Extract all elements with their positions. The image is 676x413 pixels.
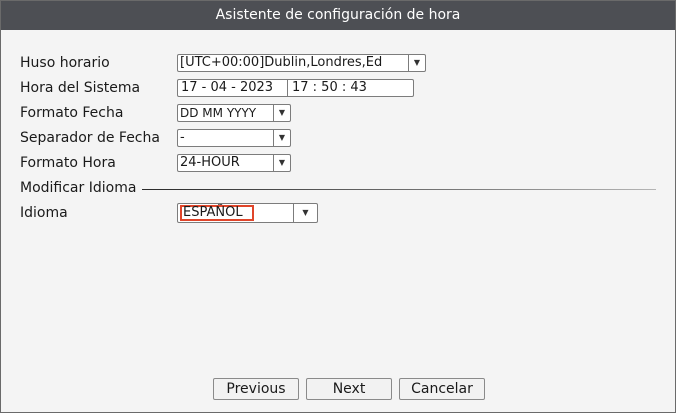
next-button[interactable]: Next: [306, 378, 392, 400]
system-time-input[interactable]: 17 : 50 : 43: [292, 80, 367, 96]
time-format-select[interactable]: 24-HOUR ▼: [177, 154, 291, 172]
date-separator-value: -: [180, 130, 185, 145]
chevron-down-icon[interactable]: ▼: [273, 130, 290, 146]
window-title: Asistente de configuración de hora: [1, 1, 675, 30]
timezone-label: Huso horario: [20, 55, 110, 71]
date-format-value: DD MM YYYY: [180, 106, 257, 120]
system-time-field[interactable]: 17 - 04 - 2023 17 : 50 : 43: [177, 79, 414, 97]
timezone-select[interactable]: [UTC+00:00]Dublin,Londres,Ed ▼: [177, 54, 426, 72]
section-divider: [142, 189, 656, 190]
previous-button[interactable]: Previous: [213, 378, 299, 400]
time-setup-wizard-window: Asistente de configuración de hora Huso …: [0, 0, 676, 413]
time-format-label: Formato Hora: [20, 155, 116, 171]
date-separator-select[interactable]: - ▼: [177, 129, 291, 147]
language-select[interactable]: ESPAÑOL ▼: [177, 203, 318, 223]
cancel-button[interactable]: Cancelar: [399, 378, 485, 400]
date-separator-label: Separador de Fecha: [20, 130, 160, 146]
timezone-value: [UTC+00:00]Dublin,Londres,Ed: [180, 55, 383, 70]
language-value: ESPAÑOL: [180, 205, 254, 221]
chevron-down-icon[interactable]: ▼: [293, 204, 317, 222]
system-date-input[interactable]: 17 - 04 - 2023: [181, 80, 273, 96]
time-format-value: 24-HOUR: [180, 155, 240, 170]
language-label: Idioma: [20, 205, 68, 221]
chevron-down-icon[interactable]: ▼: [273, 105, 290, 121]
date-time-divider: [287, 80, 288, 96]
date-format-label: Formato Fecha: [20, 105, 124, 121]
chevron-down-icon[interactable]: ▼: [273, 155, 290, 171]
date-format-select[interactable]: DD MM YYYY ▼: [177, 104, 291, 122]
language-section-title: Modificar Idioma: [20, 180, 137, 196]
chevron-down-icon[interactable]: ▼: [408, 55, 425, 71]
system-time-label: Hora del Sistema: [20, 80, 141, 96]
